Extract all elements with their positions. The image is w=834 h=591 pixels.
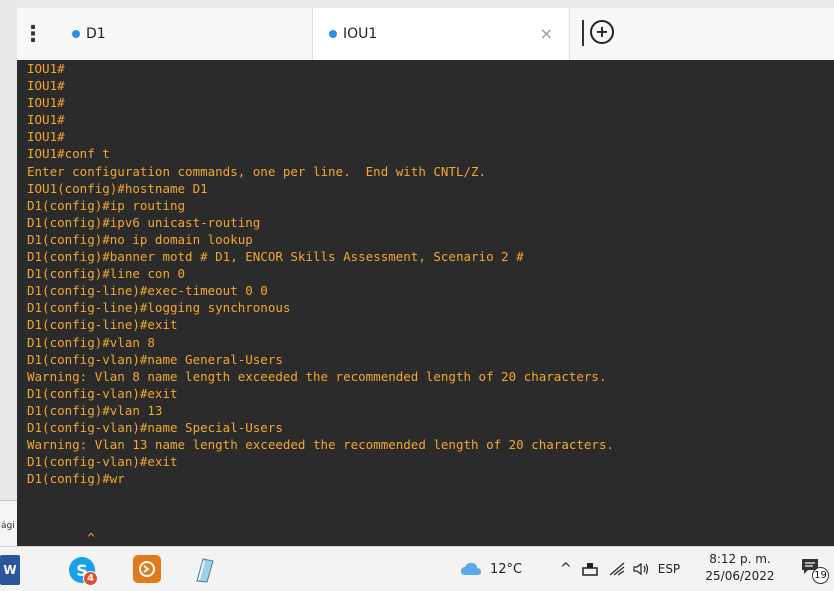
status-dot-icon xyxy=(329,30,337,38)
powershell-app-icon[interactable] xyxy=(133,555,161,583)
background-window-strip: ági xyxy=(0,0,18,590)
terminal-line: D1(config)#vlan 8 xyxy=(27,334,155,350)
close-tab-icon[interactable]: × xyxy=(540,24,553,43)
network-icon[interactable] xyxy=(581,562,598,576)
powershell-glyph-icon xyxy=(139,561,155,577)
taskbar: W S 4 12°C ^ ESP 8:12 p. m. 25/06/2022 1… xyxy=(0,546,834,591)
tab-iou1[interactable]: IOU1 × xyxy=(312,8,570,60)
weather-temp: 12°C xyxy=(490,561,523,577)
add-tab-icon[interactable]: + xyxy=(590,20,614,44)
terminal-line: IOU1# xyxy=(27,129,65,145)
terminal-line: D1(config)#vlan 13 xyxy=(27,402,163,418)
terminal-line: D1(config-line)#exec-timeout 0 0 xyxy=(27,283,268,299)
notes-app-icon[interactable] xyxy=(189,555,219,585)
terminal-line: IOU1# xyxy=(27,78,65,94)
tab-label: D1 xyxy=(86,26,106,42)
background-window-text: ági xyxy=(1,521,15,531)
status-dot-icon xyxy=(72,30,80,38)
system-tray: ^ ESP xyxy=(560,547,680,591)
terminal-line: D1(config-vlan)#name Special-Users xyxy=(27,419,283,435)
skype-badge: 4 xyxy=(83,571,98,586)
terminal-line: D1(config-vlan)#exit xyxy=(27,385,178,401)
terminal-line: D1(config)#ipv6 unicast-routing xyxy=(27,214,261,230)
tray-chevron-up-icon[interactable]: ^ xyxy=(560,561,572,577)
terminal-line: D1(config-line)#logging synchronous xyxy=(27,300,291,316)
notification-badge: 19 xyxy=(812,567,829,584)
terminal-line: D1(config)#line con 0 xyxy=(27,266,186,282)
tab-bar: ⋮ D1 IOU1 × + xyxy=(17,8,834,61)
tab-separator xyxy=(582,20,584,46)
terminal-line: Warning: Vlan 13 name length exceeded th… xyxy=(27,437,614,453)
terminal-line: Warning: Vlan 8 name length exceeded the… xyxy=(27,368,607,384)
terminal-caret: ^ xyxy=(17,530,95,545)
language-indicator[interactable]: ESP xyxy=(658,562,680,576)
tab-d1[interactable]: D1 xyxy=(72,8,312,60)
terminal-line: D1(config-vlan)#exit xyxy=(27,454,178,470)
terminal-line: IOU1# xyxy=(27,112,65,128)
terminal-line: Enter configuration commands, one per li… xyxy=(27,163,487,179)
terminal-line: D1(config-vlan)#name General-Users xyxy=(27,351,283,367)
terminal-console[interactable]: IOU1# IOU1# IOU1# IOU1# IOU1# IOU1#conf … xyxy=(17,60,834,546)
word-app-icon[interactable]: W xyxy=(0,555,20,585)
caret-marker: ^ xyxy=(87,530,95,545)
menu-dots-icon[interactable]: ⋮ xyxy=(21,16,45,52)
terminal-line: IOU1#conf t xyxy=(27,146,110,162)
terminal-line: IOU1# xyxy=(27,95,65,111)
skype-app-icon[interactable]: S 4 xyxy=(67,555,98,586)
terminal-line: D1(config)#wr xyxy=(27,471,125,487)
tab-label: IOU1 xyxy=(343,26,378,42)
clock-date: 25/06/2022 xyxy=(705,569,775,583)
terminal-line: IOU1(config)#hostname D1 xyxy=(27,180,208,196)
terminal-line: D1(config)#banner motd # D1, ENCOR Skill… xyxy=(27,249,524,265)
weather-widget[interactable]: 12°C xyxy=(460,547,522,591)
notebook-icon xyxy=(196,558,214,583)
terminal-line: D1(config)#no ip domain lookup xyxy=(27,231,253,247)
terminal-line: D1(config-line)#exit xyxy=(27,317,178,333)
wifi-icon[interactable] xyxy=(608,562,626,576)
terminal-line: IOU1# xyxy=(27,61,65,76)
weather-cloud-icon xyxy=(461,562,481,575)
clock[interactable]: 8:12 p. m. 25/06/2022 xyxy=(700,551,780,585)
background-window-fragment: ági xyxy=(0,500,18,547)
terminal-window: ⋮ D1 IOU1 × + IOU1# IOU1# IOU1# IOU1# IO… xyxy=(17,8,834,546)
notification-center[interactable]: 19 xyxy=(800,557,829,584)
clock-time: 8:12 p. m. xyxy=(709,552,771,566)
volume-icon[interactable] xyxy=(632,562,650,576)
terminal-line: D1(config)#ip routing xyxy=(27,197,186,213)
terminal-output: IOU1# IOU1# IOU1# IOU1# IOU1# IOU1#conf … xyxy=(17,60,834,487)
